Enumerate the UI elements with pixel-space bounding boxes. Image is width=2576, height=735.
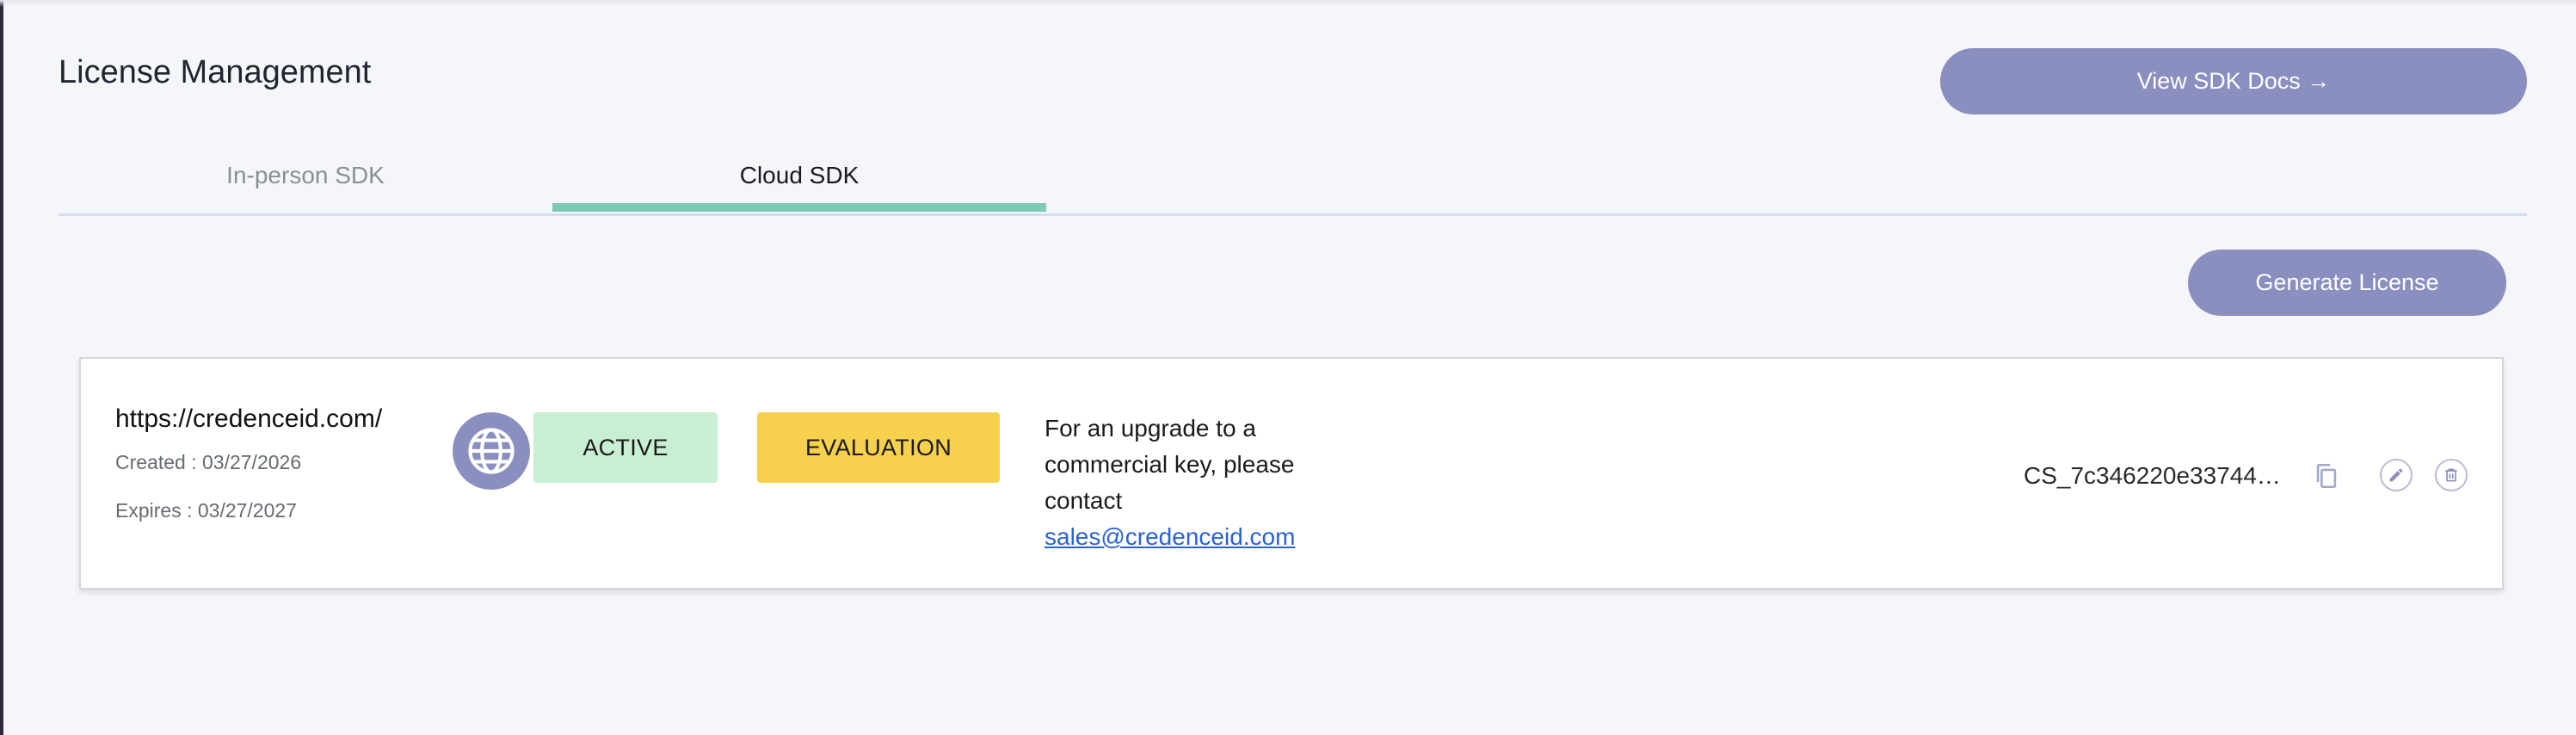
view-sdk-docs-button[interactable]: View SDK Docs →	[1940, 48, 2527, 114]
sdk-tabs: In-person SDK Cloud SDK	[59, 138, 2527, 216]
license-key: CS_7c346220e33744ae...	[2024, 462, 2290, 489]
active-tab-indicator	[552, 203, 1046, 212]
upgrade-message: For an upgrade to a commercial key, plea…	[1045, 411, 1354, 555]
license-card: https://credenceid.com/ Created : 03/27/…	[79, 357, 2504, 590]
window-edge	[0, 0, 3, 735]
tab-cloud-sdk[interactable]: Cloud SDK	[552, 138, 1046, 213]
upgrade-text: For an upgrade to a commercial key, plea…	[1045, 415, 1295, 514]
generate-license-button[interactable]: Generate License	[2188, 250, 2506, 316]
license-info: https://credenceid.com/ Created : 03/27/…	[115, 404, 382, 547]
globe-icon	[453, 412, 530, 490]
license-type-badge: EVALUATION	[757, 412, 1000, 483]
license-domain: https://credenceid.com/	[115, 405, 383, 433]
license-management-page: License Management View SDK Docs → In-pe…	[59, 0, 2527, 735]
trash-icon[interactable]	[2435, 459, 2468, 491]
created-date: Created : 03/27/2026	[115, 451, 302, 473]
copy-icon[interactable]	[2309, 459, 2344, 493]
expires-date: Expires : 03/27/2027	[115, 499, 297, 522]
tab-in-person-sdk[interactable]: In-person SDK	[59, 138, 552, 213]
sales-email-link[interactable]: sales@credenceid.com	[1045, 523, 1295, 550]
status-badge: ACTIVE	[533, 412, 718, 483]
page-title: License Management	[59, 54, 372, 90]
pencil-icon[interactable]	[2380, 459, 2413, 491]
